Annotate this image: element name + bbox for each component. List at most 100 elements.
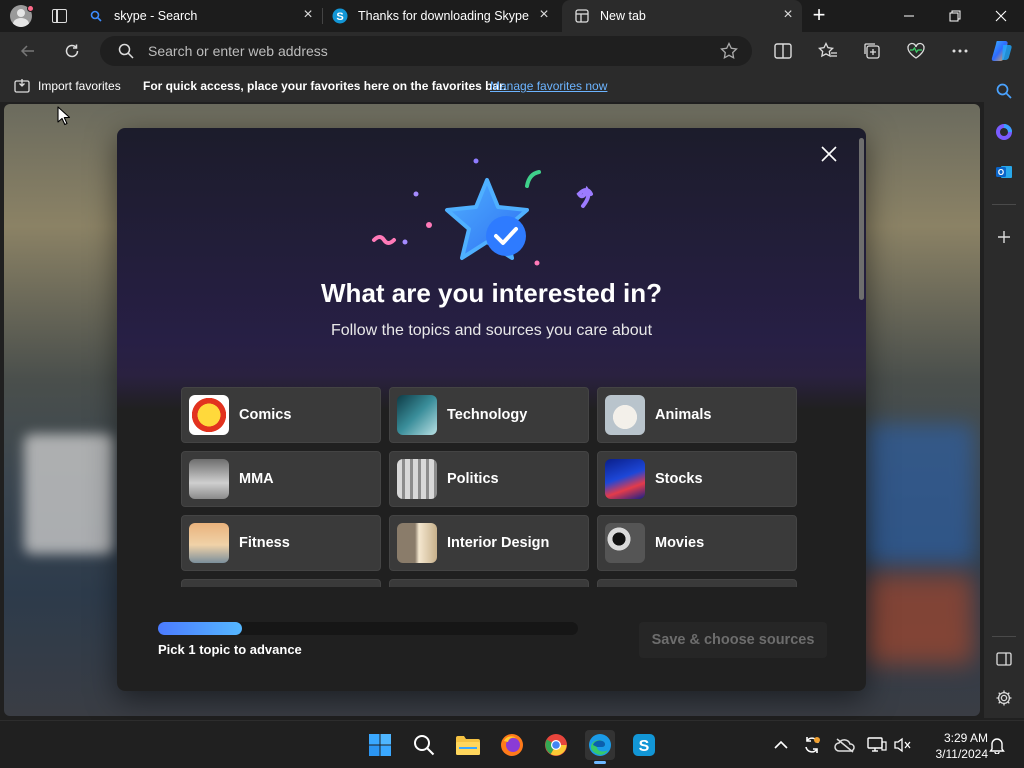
sidebar-search-button[interactable] [993,80,1015,102]
topic-more[interactable] [389,579,589,587]
settings-more-button[interactable] [949,40,971,62]
close-icon [995,10,1007,22]
notifications-button[interactable] [986,734,1008,756]
browser-toolbar [0,32,1024,70]
copilot-button[interactable] [989,38,1015,64]
dialog-scrollbar[interactable] [859,138,864,300]
copilot-icon [996,124,1012,140]
heart-pulse-icon [907,42,925,59]
speaker-muted-icon [894,737,911,753]
minimize-button[interactable] [886,0,932,32]
mouse-cursor-icon [57,106,71,126]
skype-taskbar-button[interactable]: S [629,730,659,760]
topic-technology[interactable]: Technology [389,387,589,443]
onedrive-tray-icon[interactable] [834,734,856,756]
tab-actions-icon[interactable] [52,9,67,23]
cloud-icon [834,738,855,753]
address-bar[interactable] [100,36,752,66]
topic-fitness[interactable]: Fitness [181,515,381,571]
start-button[interactable] [365,730,395,760]
hide-sidebar-button[interactable] [993,648,1015,670]
update-tray-icon[interactable] [801,734,823,756]
politics-thumbnail [397,459,437,499]
tab-strip: skype - Search × S Thanks for downloadin… [0,0,1024,32]
topic-politics[interactable]: Politics [389,451,589,507]
comics-thumbnail [189,395,229,435]
clock-time: 3:29 AM [943,731,988,745]
favorite-star-icon[interactable] [720,41,738,63]
minimize-icon [904,15,914,17]
sidebar-settings-button[interactable] [993,687,1015,709]
close-dialog-button[interactable] [817,142,841,166]
close-tab-icon[interactable]: × [780,7,796,24]
search-taskbar-button[interactable] [409,730,439,760]
topic-label: Politics [447,471,499,487]
firefox-icon [501,734,523,756]
topic-mma[interactable]: MMA [181,451,381,507]
firefox-button[interactable] [497,730,527,760]
file-explorer-button[interactable] [453,730,483,760]
folder-icon [456,736,480,755]
show-hidden-icons-button[interactable] [770,734,792,756]
sidebar-panel-icon [996,652,1012,666]
split-screen-button[interactable] [772,40,794,62]
profile-avatar[interactable] [10,5,34,27]
topic-label: Fitness [239,535,290,551]
new-tab-button[interactable]: + [809,4,829,26]
topic-animals[interactable]: Animals [597,387,797,443]
sidebar-divider [992,636,1016,637]
tab-new-tab[interactable]: New tab × [562,0,802,32]
close-window-button[interactable] [978,0,1024,32]
back-button[interactable] [18,41,38,61]
tab-skype-download[interactable]: S Thanks for downloading Skype × [332,0,558,32]
interior-design-thumbnail [397,523,437,563]
sidebar-outlook-button[interactable]: O [993,161,1015,183]
topic-label: MMA [239,471,274,487]
volume-tray-icon[interactable] [892,734,914,756]
chrome-button[interactable] [541,730,571,760]
address-input[interactable] [148,36,708,66]
topic-interior-design[interactable]: Interior Design [389,515,589,571]
sidebar-add-button[interactable] [993,226,1015,248]
topic-label: Animals [655,407,712,423]
mma-thumbnail [189,459,229,499]
network-tray-icon[interactable] [866,734,888,756]
topic-more[interactable] [181,579,381,587]
network-icon [867,737,887,752]
refresh-button[interactable] [62,41,82,61]
topic-stocks[interactable]: Stocks [597,451,797,507]
refresh-icon [65,44,79,58]
restore-button[interactable] [932,0,978,32]
chrome-icon [545,734,567,756]
topic-label: Comics [239,407,292,423]
close-tab-icon[interactable]: × [536,7,552,24]
manage-favorites-link[interactable]: Manage favorites now [490,79,607,93]
edge-icon [589,734,611,756]
save-choose-sources-button[interactable]: Save & choose sources [639,622,827,658]
back-arrow-icon [20,45,34,57]
topic-movies[interactable]: Movies [597,515,797,571]
collections-button[interactable] [861,40,883,62]
topic-comics[interactable]: Comics [181,387,381,443]
topic-label: Interior Design [447,535,550,551]
background-card [24,434,114,554]
close-tab-icon[interactable]: × [300,7,316,24]
browser-essentials-button[interactable] [905,40,927,62]
movies-thumbnail [605,523,645,563]
clock-date: 3/11/2024 [935,747,989,761]
favorites-button[interactable] [817,40,839,62]
topic-more[interactable] [597,579,797,587]
topic-label: Movies [655,535,705,551]
tab-divider [322,8,323,24]
search-icon [118,43,134,62]
taskbar-clock[interactable]: 3:29 AM 3/11/2024 [918,730,989,762]
copilot-icon [991,41,1012,61]
import-favorites-button[interactable]: Import favorites [14,78,121,94]
fitness-thumbnail [189,523,229,563]
sidebar-copilot-button[interactable] [993,121,1015,143]
edge-button[interactable] [585,730,615,764]
chevron-up-icon [774,740,788,749]
tab-skype-search[interactable]: skype - Search × [88,0,322,32]
edge-sidebar: O [984,70,1024,718]
tab-title: New tab [600,9,646,23]
